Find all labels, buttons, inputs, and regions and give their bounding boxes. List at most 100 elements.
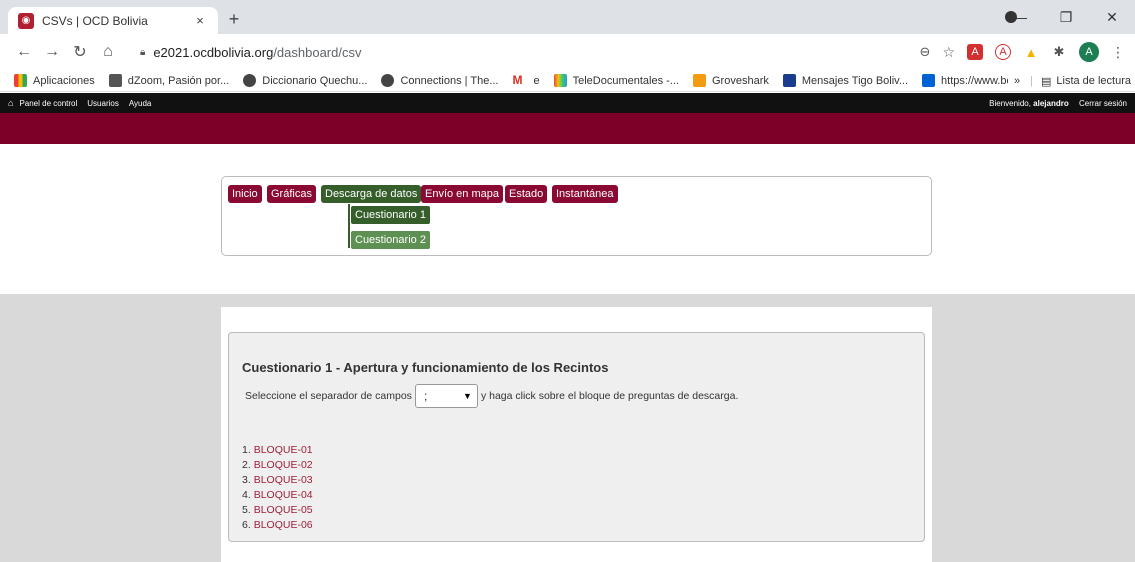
bookmark-item[interactable]: TeleDocumentales -... (553, 74, 679, 87)
list-number: 2. (242, 459, 251, 471)
bookmark-label: TeleDocumentales -... (572, 74, 679, 87)
list-item: 3. BLOQUE-03 (242, 473, 313, 488)
site-favicon-icon: ◉ (18, 12, 34, 29)
block-link[interactable]: BLOQUE-04 (254, 489, 313, 501)
blocks-list: 1. BLOQUE-01 2. BLOQUE-02 3. BLOQUE-03 4… (242, 443, 313, 533)
bookmark-label: e (533, 74, 540, 87)
main-menu: Inicio Gráficas Descarga de datos Envío … (221, 176, 932, 256)
list-item: 2. BLOQUE-02 (242, 458, 313, 473)
close-window-icon[interactable]: ✕ (1089, 9, 1135, 26)
admin-link-help[interactable]: Ayuda (129, 99, 152, 108)
list-number: 4. (242, 489, 251, 501)
home-icon[interactable]: ⌂ (94, 43, 122, 61)
menu-descarga-de-datos[interactable]: Descarga de datos (321, 185, 422, 203)
minimize-icon[interactable]: — (997, 9, 1043, 25)
globe-icon (381, 74, 395, 87)
gmail-icon: M (512, 74, 528, 87)
content-panel: Cuestionario 1 - Apertura y funcionamien… (221, 307, 932, 562)
bookmark-item[interactable]: Me (512, 74, 540, 87)
separator-select[interactable]: ; ▼ (414, 384, 478, 408)
drive-extension-icon[interactable]: ▲ (1023, 44, 1039, 60)
block-link[interactable]: BLOQUE-06 (254, 519, 313, 531)
bookmark-item[interactable]: Aplicaciones (14, 74, 95, 87)
apps-grid-icon (14, 74, 27, 87)
list-number: 5. (242, 504, 251, 516)
menu-instantanea[interactable]: Instantánea (552, 185, 618, 203)
zoom-icon[interactable]: ⊖ (920, 44, 931, 60)
block-link[interactable]: BLOQUE-02 (254, 459, 313, 471)
list-number: 1. (242, 444, 251, 456)
block-link[interactable]: BLOQUE-03 (254, 474, 313, 486)
divider: | (1030, 75, 1033, 87)
list-number: 6. (242, 519, 251, 531)
url-field[interactable]: 🔒︎ e2021.ocdbolivia.org/dashboard/csv (130, 38, 912, 66)
menu-estado[interactable]: Estado (505, 185, 548, 203)
bookmark-favicon-icon (782, 74, 796, 87)
browser-tab-bar: ◉ CSVs | OCD Bolivia × + — ❐ ✕ (0, 0, 1135, 34)
questionnaire-panel: Cuestionario 1 - Apertura y funcionamien… (228, 332, 925, 542)
menu-envio-en-mapa[interactable]: Envío en mapa (421, 185, 503, 203)
admin-bar: ⌂ Panel de control Usuarios Ayuda Bienve… (0, 93, 1135, 113)
list-item: 5. BLOQUE-05 (242, 503, 313, 518)
logout-link[interactable]: Cerrar sesión (1079, 99, 1127, 108)
admin-link-users[interactable]: Usuarios (87, 99, 119, 108)
bookmark-favicon-icon (553, 74, 567, 87)
bookmark-favicon-icon (108, 74, 122, 87)
page-title: Cuestionario 1 - Apertura y funcionamien… (242, 360, 609, 375)
reading-list-icon: ▤ (1040, 75, 1052, 88)
submenu-cuestionario-1[interactable]: Cuestionario 1 (351, 206, 430, 224)
browser-tab[interactable]: ◉ CSVs | OCD Bolivia × (8, 7, 218, 34)
bookmark-item[interactable]: Diccionario Quechu... (243, 74, 367, 87)
username: alejandro (1033, 98, 1069, 108)
list-item: 4. BLOQUE-04 (242, 488, 313, 503)
bookmark-label: Groveshark (712, 74, 769, 87)
admin-link-panel[interactable]: Panel de control (19, 99, 77, 108)
list-item: 1. BLOQUE-01 (242, 443, 313, 458)
close-tab-icon[interactable]: × (192, 13, 208, 28)
menu-inicio[interactable]: Inicio (228, 185, 262, 203)
bookmark-item[interactable]: Mensajes Tigo Boliv... (782, 74, 908, 87)
chevron-down-icon: ▼ (463, 391, 472, 401)
box-icon (922, 74, 936, 87)
menu-kebab-icon[interactable]: ⋮ (1111, 44, 1125, 61)
list-item: 6. BLOQUE-06 (242, 518, 313, 533)
nav-area: Inicio Gráficas Descarga de datos Envío … (0, 144, 1135, 294)
more-bookmarks-button[interactable]: » (1014, 75, 1020, 87)
separator-label: Seleccione el separador de campos (245, 390, 412, 402)
lock-icon: 🔒︎ (140, 46, 146, 58)
bookmarks-overflow: » | ▤ Lista de lectura (1008, 70, 1131, 91)
welcome-text: Bienvenido, (989, 98, 1034, 108)
block-link[interactable]: BLOQUE-01 (254, 444, 313, 456)
bookmark-label: Diccionario Quechu... (262, 74, 368, 87)
address-bar-row: ← → ↻ ⌂ 🔒︎ e2021.ocdbolivia.org/dashboar… (0, 34, 1135, 70)
pdf-extension-icon[interactable]: A (967, 44, 983, 60)
bookmark-item[interactable]: Groveshark (693, 74, 769, 87)
block-link[interactable]: BLOQUE-05 (254, 504, 313, 516)
bookmark-label: Connections | The... (400, 74, 499, 87)
globe-icon (243, 74, 257, 87)
submenu-cuestionario-2[interactable]: Cuestionario 2 (351, 231, 430, 249)
bookmark-item[interactable]: Connections | The... (381, 74, 498, 87)
avatar[interactable]: A (1079, 42, 1099, 62)
forward-arrow-icon[interactable]: → (38, 43, 66, 61)
menu-graficas[interactable]: Gráficas (267, 185, 316, 203)
list-number: 3. (242, 474, 251, 486)
separator-suffix: y haga click sobre el bloque de pregunta… (480, 390, 739, 402)
star-icon[interactable]: ☆ (942, 44, 955, 61)
home-icon: ⌂ (8, 98, 14, 108)
reading-list-button[interactable]: Lista de lectura (1056, 75, 1131, 87)
extensions-puzzle-icon[interactable]: ✱ (1051, 44, 1067, 60)
bookmark-label: dZoom, Pasión por... (127, 74, 230, 87)
site-header-band (0, 113, 1135, 144)
admin-welcome: Bienvenido, alejandro Cerrar sesión (989, 99, 1127, 108)
back-arrow-icon[interactable]: ← (10, 43, 38, 61)
restore-icon[interactable]: ❐ (1043, 9, 1089, 26)
new-tab-button[interactable]: + (224, 9, 244, 30)
separator-value: ; (423, 389, 428, 403)
content-background: Cuestionario 1 - Apertura y funcionamien… (0, 294, 1135, 562)
reload-icon[interactable]: ↻ (66, 42, 94, 62)
window-controls: — ❐ ✕ (997, 0, 1135, 34)
bookmark-item[interactable]: dZoom, Pasión por... (108, 74, 230, 87)
acrobat-extension-icon[interactable]: A (995, 44, 1011, 60)
url-path: /dashboard/csv (273, 44, 362, 60)
